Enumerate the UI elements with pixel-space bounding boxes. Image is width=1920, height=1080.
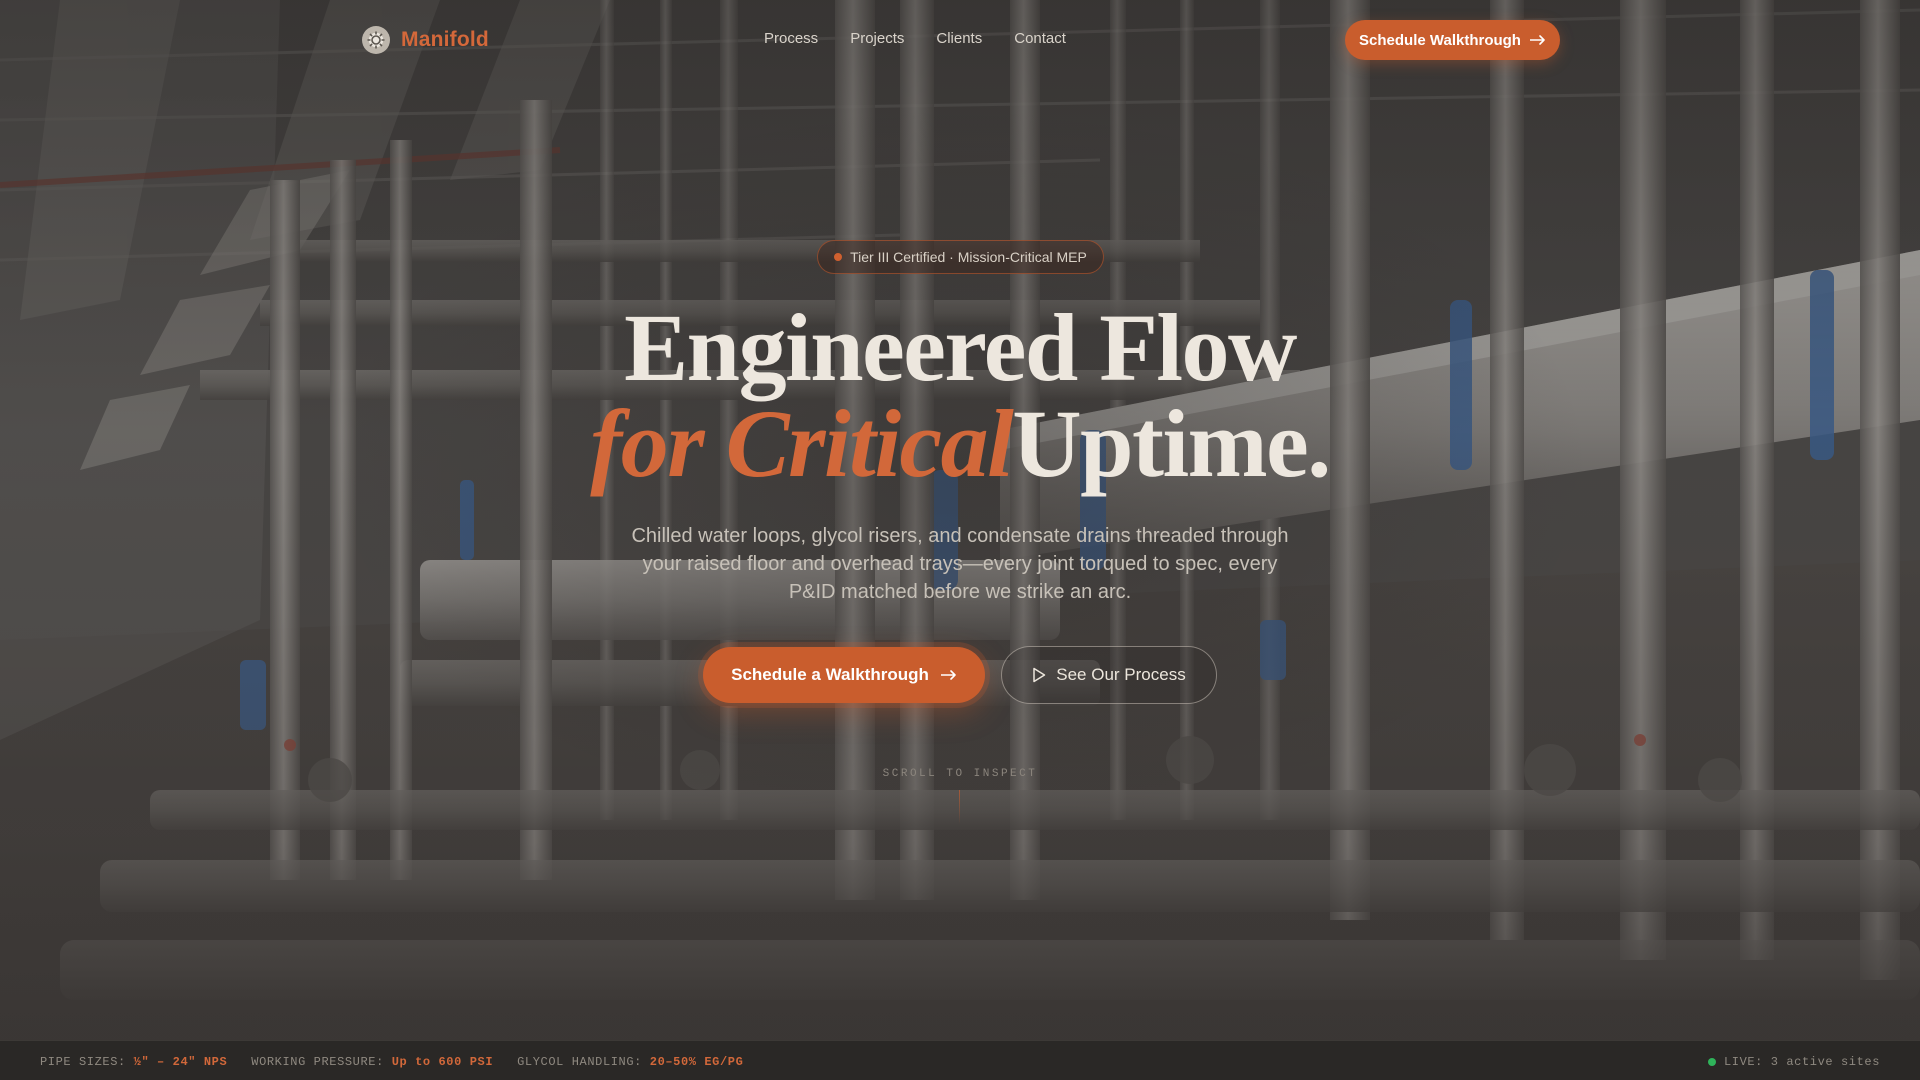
arrow-right-icon bbox=[940, 670, 956, 680]
headline-rest: Uptime. bbox=[1012, 390, 1331, 497]
hero-subtext: Chilled water loops, glycol risers, and … bbox=[631, 525, 1289, 603]
nav-item-contact[interactable]: Contact bbox=[1014, 30, 1066, 47]
badge-dot-icon bbox=[834, 253, 843, 261]
spec-list: PIPE SIZES: ½" – 24" NPS WORKING PRESSUR… bbox=[40, 1055, 743, 1069]
primary-cta-label: Schedule a Walkthrough bbox=[731, 665, 929, 684]
secondary-cta-label: See Our Process bbox=[1056, 665, 1186, 684]
badge-text: Tier III Certified · Mission-Critical ME… bbox=[850, 249, 1087, 265]
brand-name: Manifold bbox=[401, 28, 489, 51]
main-nav: Process Projects Clients Contact bbox=[764, 30, 1066, 47]
spec-item-pipe-sizes: PIPE SIZES: ½" – 24" NPS bbox=[40, 1055, 228, 1069]
headline-line-2: for CriticalUptime. bbox=[460, 396, 1460, 492]
spec-bar: PIPE SIZES: ½" – 24" NPS WORKING PRESSUR… bbox=[0, 1040, 1920, 1080]
header-cta-label: Schedule Walkthrough bbox=[1359, 31, 1521, 49]
nav-item-process[interactable]: Process bbox=[764, 30, 818, 47]
site-header: Manifold Process Projects Clients Contac… bbox=[0, 0, 1920, 80]
see-our-process-button[interactable]: See Our Process bbox=[1001, 646, 1217, 704]
live-status: LIVE: 3 active sites bbox=[1707, 1055, 1880, 1069]
spec-item-working-pressure: WORKING PRESSURE: Up to 600 PSI bbox=[251, 1055, 494, 1069]
nav-item-projects[interactable]: Projects bbox=[850, 30, 904, 47]
live-dot-icon bbox=[1707, 1058, 1716, 1066]
brand[interactable]: Manifold bbox=[362, 26, 489, 54]
schedule-walkthrough-header-button[interactable]: Schedule Walkthrough bbox=[1345, 20, 1560, 60]
hero-headline: Engineered Flow for CriticalUptime. bbox=[460, 300, 1460, 492]
nav-item-clients[interactable]: Clients bbox=[936, 30, 982, 47]
headline-line-1: Engineered Flow bbox=[624, 294, 1297, 401]
scroll-indicator-line bbox=[959, 790, 960, 824]
live-status-text: LIVE: 3 active sites bbox=[1723, 1055, 1880, 1069]
gear-logo-icon bbox=[362, 26, 390, 54]
play-icon bbox=[1033, 667, 1046, 683]
arrow-right-icon bbox=[1529, 35, 1545, 45]
headline-accent: for Critical bbox=[590, 390, 1014, 497]
schedule-walkthrough-button[interactable]: Schedule a Walkthrough bbox=[703, 647, 985, 703]
certification-badge: Tier III Certified · Mission-Critical ME… bbox=[817, 240, 1104, 274]
scroll-hint: SCROLL TO INSPECT bbox=[882, 768, 1038, 780]
spec-item-glycol-handling: GLYCOL HANDLING: 20–50% EG/PG bbox=[517, 1055, 744, 1069]
